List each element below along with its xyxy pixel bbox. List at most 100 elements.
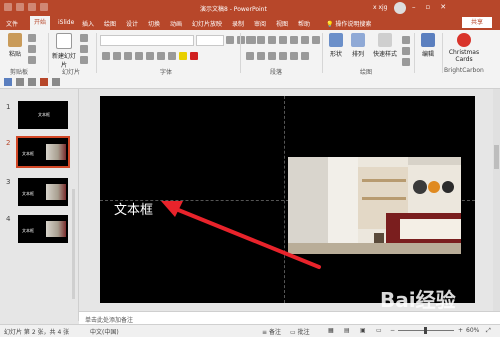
align-text-icon[interactable] bbox=[312, 36, 320, 44]
save-icon[interactable] bbox=[4, 78, 12, 86]
customize-icon[interactable] bbox=[52, 78, 60, 86]
notes-toggle[interactable]: ≡ 备注 bbox=[262, 327, 281, 336]
smartart-icon[interactable] bbox=[301, 52, 309, 60]
avatar[interactable] bbox=[394, 2, 406, 14]
scrollbar-thumb[interactable] bbox=[494, 145, 499, 169]
thumbnail-text: 文本框 bbox=[22, 228, 34, 233]
decrease-indent-icon[interactable] bbox=[268, 36, 276, 44]
shrink-font-icon[interactable] bbox=[237, 36, 245, 44]
maximize-button[interactable]: ▫ bbox=[426, 3, 431, 11]
zoom-slider-knob[interactable] bbox=[424, 327, 427, 334]
christmas-cards-button[interactable]: Christmas Cards bbox=[446, 33, 482, 63]
italic-icon[interactable] bbox=[113, 52, 121, 60]
reading-view-icon[interactable]: ▣ bbox=[360, 327, 366, 334]
format-painter-icon[interactable] bbox=[28, 56, 36, 64]
zoom-in-button[interactable]: + bbox=[458, 327, 463, 334]
slide-thumbnail-3[interactable]: 文本框 bbox=[18, 178, 68, 206]
font-size-field[interactable] bbox=[196, 35, 224, 46]
language-indicator[interactable]: 中文(中国) bbox=[90, 327, 119, 336]
tab-draw[interactable]: 绘图 bbox=[104, 19, 116, 28]
case-icon[interactable] bbox=[168, 52, 176, 60]
arrange-icon bbox=[351, 33, 365, 47]
slide-thumbnail-4[interactable]: 文本框 bbox=[18, 215, 68, 243]
editor-scrollbar[interactable] bbox=[493, 89, 500, 311]
tab-help[interactable]: 帮助 bbox=[298, 19, 310, 28]
paragraph-row-1 bbox=[246, 36, 320, 44]
paste-button[interactable]: 粘贴 bbox=[4, 33, 26, 58]
text-direction-icon[interactable] bbox=[301, 36, 309, 44]
slides-small-buttons bbox=[80, 34, 88, 64]
strikethrough-icon[interactable] bbox=[146, 52, 154, 60]
justify-icon[interactable] bbox=[279, 52, 287, 60]
slide-counter: 幻灯片 第 2 张，共 4 张 bbox=[4, 329, 70, 336]
comments-toggle[interactable]: ▭ 批注 bbox=[290, 327, 310, 336]
slideshow-view-icon[interactable]: ▭ bbox=[376, 327, 382, 334]
thumbnail-scrollbar[interactable] bbox=[72, 189, 75, 299]
align-right-icon[interactable] bbox=[268, 52, 276, 60]
undo-icon[interactable] bbox=[16, 78, 24, 86]
separator bbox=[414, 33, 415, 73]
font-name-field[interactable] bbox=[100, 35, 194, 46]
numbering-icon[interactable] bbox=[257, 36, 265, 44]
cut-icon[interactable] bbox=[28, 34, 36, 42]
bold-icon[interactable] bbox=[102, 52, 110, 60]
tab-design[interactable]: 设计 bbox=[126, 19, 138, 28]
editing-button[interactable]: 编辑 bbox=[418, 33, 438, 58]
tab-slideshow[interactable]: 幻灯片放映 bbox=[192, 19, 222, 28]
increase-indent-icon[interactable] bbox=[279, 36, 287, 44]
tab-insert[interactable]: 插入 bbox=[82, 19, 94, 28]
undo-icon[interactable] bbox=[16, 3, 24, 11]
slide-thumbnail-1[interactable]: 文本框 bbox=[18, 101, 68, 129]
redo-icon[interactable] bbox=[28, 3, 36, 11]
shapes-button[interactable]: 形状 bbox=[326, 33, 346, 58]
zoom-out-button[interactable]: − bbox=[390, 327, 395, 334]
align-left-icon[interactable] bbox=[246, 52, 254, 60]
normal-view-icon[interactable]: ▦ bbox=[328, 327, 334, 334]
font-color-icon[interactable] bbox=[190, 52, 198, 60]
grow-font-icon[interactable] bbox=[226, 36, 234, 44]
shape-outline-icon[interactable] bbox=[402, 47, 410, 55]
zoom-level[interactable]: 60% bbox=[466, 327, 479, 334]
slideshow-icon[interactable] bbox=[40, 3, 48, 11]
minimize-button[interactable]: – bbox=[412, 3, 416, 11]
tab-file[interactable]: 文件 bbox=[6, 19, 18, 28]
ribbon: 粘贴 剪贴板 新建幻灯片 幻灯片 字体 段落 形状 排列 快速样式 绘图 编辑 … bbox=[0, 30, 500, 77]
tab-view[interactable]: 视图 bbox=[276, 19, 288, 28]
tab-record[interactable]: 录制 bbox=[232, 19, 244, 28]
close-button[interactable]: ✕ bbox=[440, 3, 446, 11]
shadow-icon[interactable] bbox=[135, 52, 143, 60]
underline-icon[interactable] bbox=[124, 52, 132, 60]
shape-effects-icon[interactable] bbox=[402, 58, 410, 66]
user-name[interactable]: x xjg bbox=[373, 4, 387, 11]
copy-icon[interactable] bbox=[28, 45, 36, 53]
highlight-icon[interactable] bbox=[179, 52, 187, 60]
drawing-group-label: 绘图 bbox=[360, 69, 373, 76]
shape-fill-icon[interactable] bbox=[402, 36, 410, 44]
section-icon[interactable] bbox=[80, 56, 88, 64]
layout-icon[interactable] bbox=[80, 34, 88, 42]
fit-slide-icon[interactable]: ⤢ bbox=[486, 327, 491, 335]
share-button[interactable]: 共享 bbox=[462, 17, 492, 28]
quick-styles-button[interactable]: 快速样式 bbox=[370, 33, 400, 58]
tab-review[interactable]: 审阅 bbox=[254, 19, 266, 28]
redo-icon[interactable] bbox=[28, 78, 36, 86]
reset-icon[interactable] bbox=[80, 45, 88, 53]
save-icon[interactable] bbox=[4, 3, 12, 11]
slide-thumbnail-2[interactable]: 文本框 bbox=[16, 136, 70, 168]
notes-placeholder: 单击此处添加备注 bbox=[85, 317, 134, 324]
tab-islide[interactable]: iSlide bbox=[58, 19, 74, 26]
align-center-icon[interactable] bbox=[257, 52, 265, 60]
tab-transitions[interactable]: 切换 bbox=[148, 19, 160, 28]
columns-icon[interactable] bbox=[290, 52, 298, 60]
tab-animations[interactable]: 动画 bbox=[170, 19, 182, 28]
arrange-button[interactable]: 排列 bbox=[348, 33, 368, 58]
slide-sorter-icon[interactable]: ▤ bbox=[344, 327, 350, 334]
present-icon[interactable] bbox=[40, 78, 48, 86]
new-slide-button[interactable]: 新建幻灯片 bbox=[52, 33, 76, 69]
bullets-icon[interactable] bbox=[246, 36, 254, 44]
slides-group-label: 幻灯片 bbox=[62, 69, 81, 76]
tell-me-search[interactable]: 💡 操作说明搜索 bbox=[326, 19, 371, 28]
line-spacing-icon[interactable] bbox=[290, 36, 298, 44]
tab-home[interactable]: 开始 bbox=[30, 16, 51, 30]
spacing-icon[interactable] bbox=[157, 52, 165, 60]
